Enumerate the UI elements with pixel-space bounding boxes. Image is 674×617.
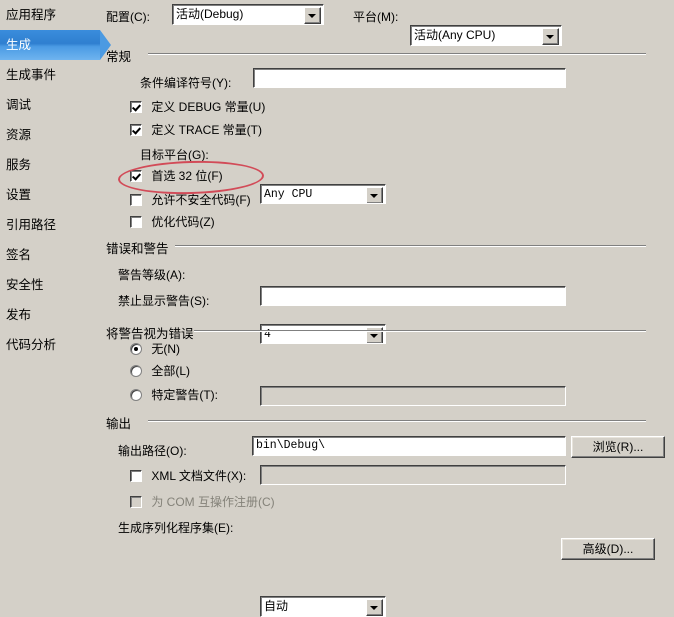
warning-level-select[interactable]: 4 <box>260 324 386 344</box>
prefer-32bit-label: 首选 32 位(F) <box>151 169 223 183</box>
sidebar-item-code-analysis[interactable]: 代码分析 <box>0 330 100 360</box>
treat-warnings-none-row[interactable]: 无(N) <box>130 340 180 357</box>
com-interop-row[interactable]: 为 COM 互操作注册(C) <box>130 493 275 510</box>
radio-icon[interactable] <box>130 365 142 377</box>
advanced-button-label: 高级(D)... <box>582 542 634 556</box>
sidebar-item-label: 引用路径 <box>6 218 57 232</box>
general-group-title: 常规 <box>106 50 132 64</box>
sidebar-item-application[interactable]: 应用程序 <box>0 0 100 30</box>
sidebar-item-security[interactable]: 安全性 <box>0 270 100 300</box>
settings-sidebar: 应用程序 生成 生成事件 调试 资源 服务 设置 引用路径 签名 安全性 发布 … <box>0 0 111 566</box>
sidebar-item-label: 生成 <box>6 38 32 52</box>
errors-group-divider <box>175 245 646 247</box>
output-path-label: 输出路径(O): <box>118 444 187 458</box>
browse-button-label: 浏览(R)... <box>592 440 644 454</box>
sidebar-item-services[interactable]: 服务 <box>0 150 100 180</box>
sidebar-item-build[interactable]: 生成 <box>0 30 111 60</box>
treat-warnings-group-divider <box>194 330 646 332</box>
prefer-32bit-row[interactable]: 首选 32 位(F) <box>130 167 223 184</box>
checkbox-icon[interactable] <box>130 124 142 136</box>
allow-unsafe-code-row[interactable]: 允许不安全代码(F) <box>130 191 251 208</box>
configuration-label: 配置(C): <box>106 10 150 24</box>
treat-warnings-all-row[interactable]: 全部(L) <box>130 362 190 379</box>
radio-icon[interactable] <box>130 343 142 355</box>
define-trace-row[interactable]: 定义 TRACE 常量(T) <box>130 121 262 138</box>
output-group-divider <box>148 420 646 422</box>
define-debug-row[interactable]: 定义 DEBUG 常量(U) <box>130 98 265 115</box>
checkbox-icon[interactable] <box>130 101 142 113</box>
sidebar-item-debug[interactable]: 调试 <box>0 90 100 120</box>
build-properties-panel: 配置(C): 活动(Debug) 平台(M): 活动(Any CPU) 常规 条… <box>100 0 674 617</box>
xml-doc-file-input[interactable] <box>260 465 566 485</box>
chevron-down-icon[interactable] <box>366 599 383 616</box>
sidebar-item-label: 设置 <box>6 188 32 202</box>
configuration-select[interactable]: 活动(Debug) <box>172 4 324 25</box>
platform-value: 活动(Any CPU) <box>414 28 496 42</box>
chevron-down-icon[interactable] <box>542 28 559 45</box>
output-path-input[interactable]: bin\Debug\ <box>252 436 566 456</box>
target-platform-label: 目标平台(G): <box>140 148 209 162</box>
suppress-warnings-label: 禁止显示警告(S): <box>118 294 210 308</box>
conditional-symbols-input[interactable] <box>253 68 566 88</box>
sidebar-item-resources[interactable]: 资源 <box>0 120 100 150</box>
target-platform-value: Any CPU <box>264 188 313 201</box>
browse-button[interactable]: 浏览(R)... <box>571 436 665 458</box>
sidebar-item-label: 签名 <box>6 248 32 262</box>
sidebar-item-label: 安全性 <box>6 278 44 292</box>
sidebar-item-label: 调试 <box>6 98 32 112</box>
target-platform-select[interactable]: Any CPU <box>260 184 386 204</box>
optimize-code-row[interactable]: 优化代码(Z) <box>130 213 215 230</box>
sidebar-item-reference-paths[interactable]: 引用路径 <box>0 210 100 240</box>
checkbox-icon[interactable] <box>130 216 142 228</box>
com-interop-label: 为 COM 互操作注册(C) <box>151 495 275 509</box>
sidebar-item-signing[interactable]: 签名 <box>0 240 100 270</box>
checkbox-icon <box>130 496 142 508</box>
output-group-title: 输出 <box>106 417 132 431</box>
serialization-assembly-value: 自动 <box>264 599 289 613</box>
configuration-value: 活动(Debug) <box>176 7 244 21</box>
sidebar-item-label: 代码分析 <box>6 338 57 352</box>
checkbox-icon[interactable] <box>130 470 142 482</box>
sidebar-item-label: 生成事件 <box>6 68 57 82</box>
output-path-value: bin\Debug\ <box>256 439 326 452</box>
optimize-code-label: 优化代码(Z) <box>151 215 215 229</box>
treat-warnings-specific-row[interactable]: 特定警告(T): <box>130 386 218 403</box>
sidebar-item-label: 服务 <box>6 158 32 172</box>
treat-warnings-specific-label: 特定警告(T): <box>151 388 219 402</box>
advanced-button[interactable]: 高级(D)... <box>561 538 655 560</box>
platform-label: 平台(M): <box>353 10 399 24</box>
checkbox-icon[interactable] <box>130 194 142 206</box>
sidebar-item-settings[interactable]: 设置 <box>0 180 100 210</box>
define-debug-label: 定义 DEBUG 常量(U) <box>151 100 266 114</box>
serialization-assembly-select[interactable]: 自动 <box>260 596 386 617</box>
define-trace-label: 定义 TRACE 常量(T) <box>151 123 263 137</box>
treat-warnings-none-label: 无(N) <box>151 342 181 356</box>
xml-doc-file-row[interactable]: XML 文档文件(X): <box>130 467 246 484</box>
sidebar-item-publish[interactable]: 发布 <box>0 300 100 330</box>
general-group-divider <box>148 53 646 55</box>
conditional-symbols-label: 条件编译符号(Y): <box>140 76 232 90</box>
chevron-down-icon[interactable] <box>304 7 321 24</box>
treat-warnings-specific-input[interactable] <box>260 386 566 406</box>
checkbox-icon[interactable] <box>130 170 142 182</box>
radio-icon[interactable] <box>130 389 142 401</box>
errors-group-title: 错误和警告 <box>106 242 169 256</box>
sidebar-item-build-events[interactable]: 生成事件 <box>0 60 100 90</box>
platform-select[interactable]: 活动(Any CPU) <box>410 25 562 46</box>
xml-doc-file-label: XML 文档文件(X): <box>151 469 247 483</box>
treat-warnings-all-label: 全部(L) <box>151 364 191 378</box>
serialization-assembly-label: 生成序列化程序集(E): <box>118 521 234 535</box>
suppress-warnings-input[interactable] <box>260 286 566 306</box>
sidebar-item-label: 应用程序 <box>6 8 57 22</box>
warning-level-label: 警告等级(A): <box>118 268 186 282</box>
allow-unsafe-code-label: 允许不安全代码(F) <box>151 193 251 207</box>
sidebar-item-label: 资源 <box>6 128 32 142</box>
chevron-down-icon[interactable] <box>366 187 383 203</box>
sidebar-item-label: 发布 <box>6 308 32 322</box>
